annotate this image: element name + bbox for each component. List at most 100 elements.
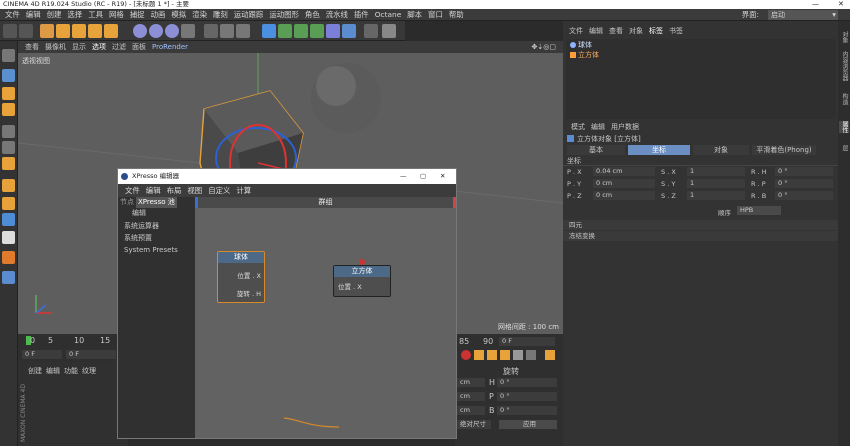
om-menu-bookmarks[interactable]: 书签 — [666, 26, 686, 37]
menu-octane[interactable]: Octane — [372, 9, 405, 20]
menu-mesh[interactable]: 网格 — [106, 9, 127, 20]
tab-object[interactable]: 对象 — [693, 145, 749, 155]
menu-pipeline[interactable]: 流水线 — [323, 9, 351, 20]
menu-edit[interactable]: 编辑 — [23, 9, 44, 20]
polygons-mode-icon[interactable] — [2, 157, 15, 170]
frame-end-field[interactable]: 0 F — [66, 350, 116, 359]
rot-p-field[interactable]: 0 ° — [497, 392, 557, 401]
size-mode-dropdown[interactable]: 绝对尺寸 — [457, 420, 491, 429]
workplane-icon[interactable] — [2, 103, 15, 116]
port-position-x-out[interactable]: 位置 . X — [237, 270, 261, 280]
menu-motion-tracking[interactable]: 运动跟踪 — [231, 9, 267, 20]
material-menu-function[interactable]: 功能 — [64, 366, 78, 376]
group-quaternion[interactable]: 四元 — [563, 220, 838, 230]
xp-menu-view[interactable]: 视图 — [184, 184, 205, 197]
port-position-x-in[interactable]: 位置 . X — [338, 281, 362, 291]
interface-dropdown[interactable]: 启动 ▾ — [768, 10, 838, 20]
scale-tool-icon[interactable] — [72, 24, 86, 38]
list-item[interactable]: 立方体 — [570, 50, 599, 60]
sidetab-structure[interactable]: 构造 — [839, 93, 849, 105]
undo-icon[interactable] — [3, 24, 17, 38]
pla-key-icon[interactable] — [526, 350, 536, 360]
group-freeze-transform[interactable]: 冻结变换 — [563, 231, 838, 241]
tab-nodes[interactable]: 节点 — [118, 197, 136, 208]
points-mode-icon[interactable] — [2, 125, 15, 138]
menu-tools[interactable]: 工具 — [85, 9, 106, 20]
deformer-icon[interactable] — [326, 24, 340, 38]
attr-menu-mode[interactable]: 模式 — [571, 122, 585, 133]
rotation-order-dropdown[interactable]: HPB — [737, 206, 781, 215]
close-button[interactable]: ✕ — [838, 0, 844, 9]
menu-create[interactable]: 创建 — [44, 9, 65, 20]
planar-workplane-icon[interactable] — [2, 271, 15, 284]
rot-p-attr-field[interactable]: 0 ° — [775, 179, 833, 188]
menu-select[interactable]: 选择 — [64, 9, 85, 20]
menu-render[interactable]: 渲染 — [189, 9, 210, 20]
sidetab-attributes[interactable]: 属性 — [839, 121, 849, 133]
sidetab-content-browser[interactable]: 内容浏览器 — [839, 51, 849, 81]
rot-b-field[interactable]: 0 ° — [497, 406, 557, 415]
viewport-menu-filter[interactable]: 过滤 — [109, 41, 129, 53]
xp-close-button[interactable]: ✕ — [440, 169, 445, 184]
nurbs-icon[interactable] — [294, 24, 308, 38]
port-rotation-h-out[interactable]: 旋转 . H — [237, 288, 261, 298]
enable-snap-icon[interactable] — [2, 231, 15, 244]
timeline-window-icon[interactable] — [545, 350, 555, 360]
size-z-unit[interactable]: cm — [457, 406, 485, 415]
render-settings-icon[interactable] — [236, 24, 250, 38]
viewport-menu-view[interactable]: 查看 — [22, 41, 42, 53]
tab-xpresso-pool[interactable]: XPresso 池 — [136, 197, 177, 208]
camera-icon[interactable] — [364, 24, 378, 38]
viewport-nav-icon[interactable]: ✥⇣◎▢ — [529, 41, 559, 53]
floor-icon[interactable] — [342, 24, 356, 38]
axis-mode-icon[interactable] — [2, 179, 15, 192]
menu-simulate[interactable]: 模拟 — [168, 9, 189, 20]
scale-x-field[interactable]: 1 — [687, 167, 745, 176]
viewport-menu-display[interactable]: 显示 — [69, 41, 89, 53]
pos-z-field[interactable]: 0 cm — [593, 191, 655, 200]
scale-y-field[interactable]: 1 — [687, 179, 745, 188]
pos-x-field[interactable]: 0.04 cm — [593, 167, 655, 176]
current-frame-field[interactable]: 0 F — [499, 337, 555, 346]
rot-b-attr-field[interactable]: 0 ° — [775, 191, 833, 200]
rot-h-field[interactable]: 0 ° — [497, 378, 557, 387]
xp-menu-edit[interactable]: 编辑 — [143, 184, 164, 197]
pos-y-field[interactable]: 0 cm — [593, 179, 655, 188]
y-axis-icon[interactable] — [149, 24, 163, 38]
viewport-menu-prorender[interactable]: ProRender — [149, 41, 191, 53]
texture-mode-icon[interactable] — [2, 87, 15, 100]
menu-file[interactable]: 文件 — [2, 9, 23, 20]
spline-icon[interactable] — [278, 24, 292, 38]
apply-button[interactable]: 应用 — [499, 420, 557, 429]
om-menu-objects[interactable]: 对象 — [626, 26, 646, 37]
make-editable-icon[interactable] — [2, 49, 15, 62]
material-menu-create[interactable]: 创建 — [28, 366, 42, 376]
minimize-button[interactable]: — — [812, 0, 819, 9]
menu-snap[interactable]: 捕捉 — [127, 9, 148, 20]
attr-menu-edit[interactable]: 编辑 — [591, 122, 605, 133]
tab-basic[interactable]: 基本 — [567, 145, 625, 155]
xp-menu-layout[interactable]: 布局 — [164, 184, 185, 197]
menu-help[interactable]: 帮助 — [446, 9, 467, 20]
record-icon[interactable] — [461, 350, 471, 360]
tab-phong[interactable]: 平滑着色(Phong) — [752, 145, 816, 155]
xp-menu-file[interactable]: 文件 — [122, 184, 143, 197]
tree-item-system-presets-cn[interactable]: 系统预置 — [124, 232, 195, 244]
om-menu-edit[interactable]: 编辑 — [586, 26, 606, 37]
list-item[interactable]: 球体 — [570, 40, 592, 50]
viewport-menu-options[interactable]: 选项 — [89, 41, 109, 53]
move-key-icon[interactable] — [474, 350, 484, 360]
param-key-icon[interactable] — [513, 350, 523, 360]
size-y-unit[interactable]: cm — [457, 392, 485, 401]
menu-animate[interactable]: 动画 — [148, 9, 169, 20]
material-menu-texture[interactable]: 纹理 — [82, 366, 96, 376]
om-menu-file[interactable]: 文件 — [566, 26, 586, 37]
frame-start-field[interactable]: 0 F — [22, 350, 62, 359]
scale-key-icon[interactable] — [487, 350, 497, 360]
coordinate-system-icon[interactable] — [181, 24, 195, 38]
node-cube[interactable]: 立方体 位置 . X — [333, 265, 391, 297]
recent-tool-icon[interactable] — [104, 24, 118, 38]
viewport-menu-camera[interactable]: 摄像机 — [42, 41, 69, 53]
sidetab-layers[interactable]: 层 — [839, 145, 849, 151]
node-sphere[interactable]: 球体 位置 . X 旋转 . H — [217, 251, 265, 303]
